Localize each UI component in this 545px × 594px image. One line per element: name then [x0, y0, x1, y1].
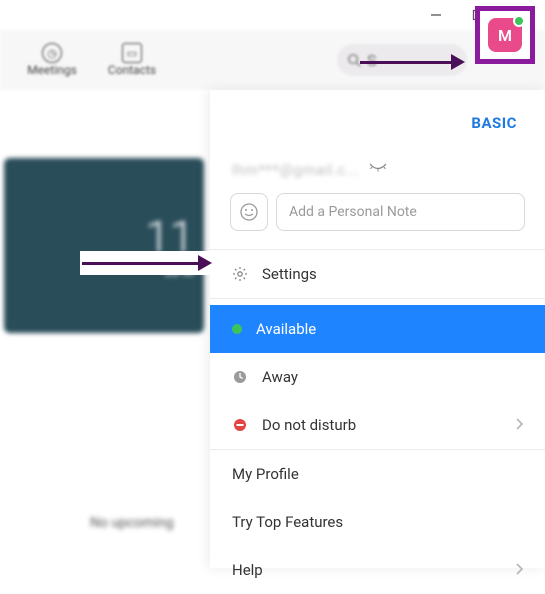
- no-upcoming-text: No upcoming: [90, 515, 174, 531]
- nav-contacts[interactable]: ▭ Contacts: [92, 43, 172, 77]
- chevron-right-icon: [515, 416, 523, 434]
- smiley-icon: [239, 202, 259, 222]
- nav-contacts-label: Contacts: [108, 63, 156, 77]
- search-icon: [347, 53, 361, 67]
- annotation-arrow-avatar: [360, 52, 465, 72]
- status-dot-available: [232, 324, 242, 334]
- status-away-label: Away: [262, 368, 298, 386]
- menu-settings-label: Settings: [262, 265, 317, 283]
- status-available[interactable]: Available: [210, 305, 545, 353]
- status-away[interactable]: Away: [210, 353, 545, 401]
- gear-icon: [232, 266, 248, 282]
- plan-badge: BASIC: [471, 114, 517, 132]
- personal-note-input[interactable]: [276, 193, 525, 231]
- presence-indicator: [513, 15, 525, 27]
- status-available-label: Available: [256, 320, 316, 338]
- menu-try-top-features[interactable]: Try Top Features: [210, 498, 545, 546]
- menu-my-profile[interactable]: My Profile: [210, 450, 545, 498]
- annotation-arrow-settings: [82, 253, 212, 273]
- profile-dropdown-menu: BASIC lhm***@gmail.c... Settings Availab…: [210, 90, 545, 568]
- user-avatar[interactable]: M: [488, 18, 522, 52]
- personal-note-row: [230, 193, 525, 231]
- menu-help[interactable]: Help: [210, 546, 545, 594]
- status-dnd-label: Do not disturb: [262, 416, 356, 434]
- contacts-icon: ▭: [122, 43, 142, 63]
- eye-icon[interactable]: [369, 160, 387, 179]
- clock-icon: ◷: [42, 43, 62, 63]
- avatar-highlight: M: [475, 6, 535, 64]
- nav-meetings[interactable]: ◷ Meetings: [12, 43, 92, 77]
- clock-icon: [232, 369, 248, 385]
- nav-meetings-label: Meetings: [27, 63, 77, 77]
- email-row: lhm***@gmail.c...: [232, 160, 545, 179]
- window-titlebar: [0, 0, 545, 30]
- user-email: lhm***@gmail.c...: [232, 161, 359, 179]
- time-card: 11 28 M: [4, 158, 204, 333]
- chevron-right-icon: [515, 561, 523, 579]
- dnd-icon: [232, 417, 248, 433]
- menu-my-profile-label: My Profile: [232, 465, 299, 483]
- minimize-button[interactable]: [429, 8, 443, 22]
- menu-help-label: Help: [232, 561, 263, 579]
- avatar-initial: M: [498, 26, 512, 45]
- status-dnd[interactable]: Do not disturb: [210, 401, 545, 449]
- menu-try-top-label: Try Top Features: [232, 513, 343, 531]
- emoji-button[interactable]: [230, 193, 268, 231]
- menu-settings[interactable]: Settings: [210, 250, 545, 298]
